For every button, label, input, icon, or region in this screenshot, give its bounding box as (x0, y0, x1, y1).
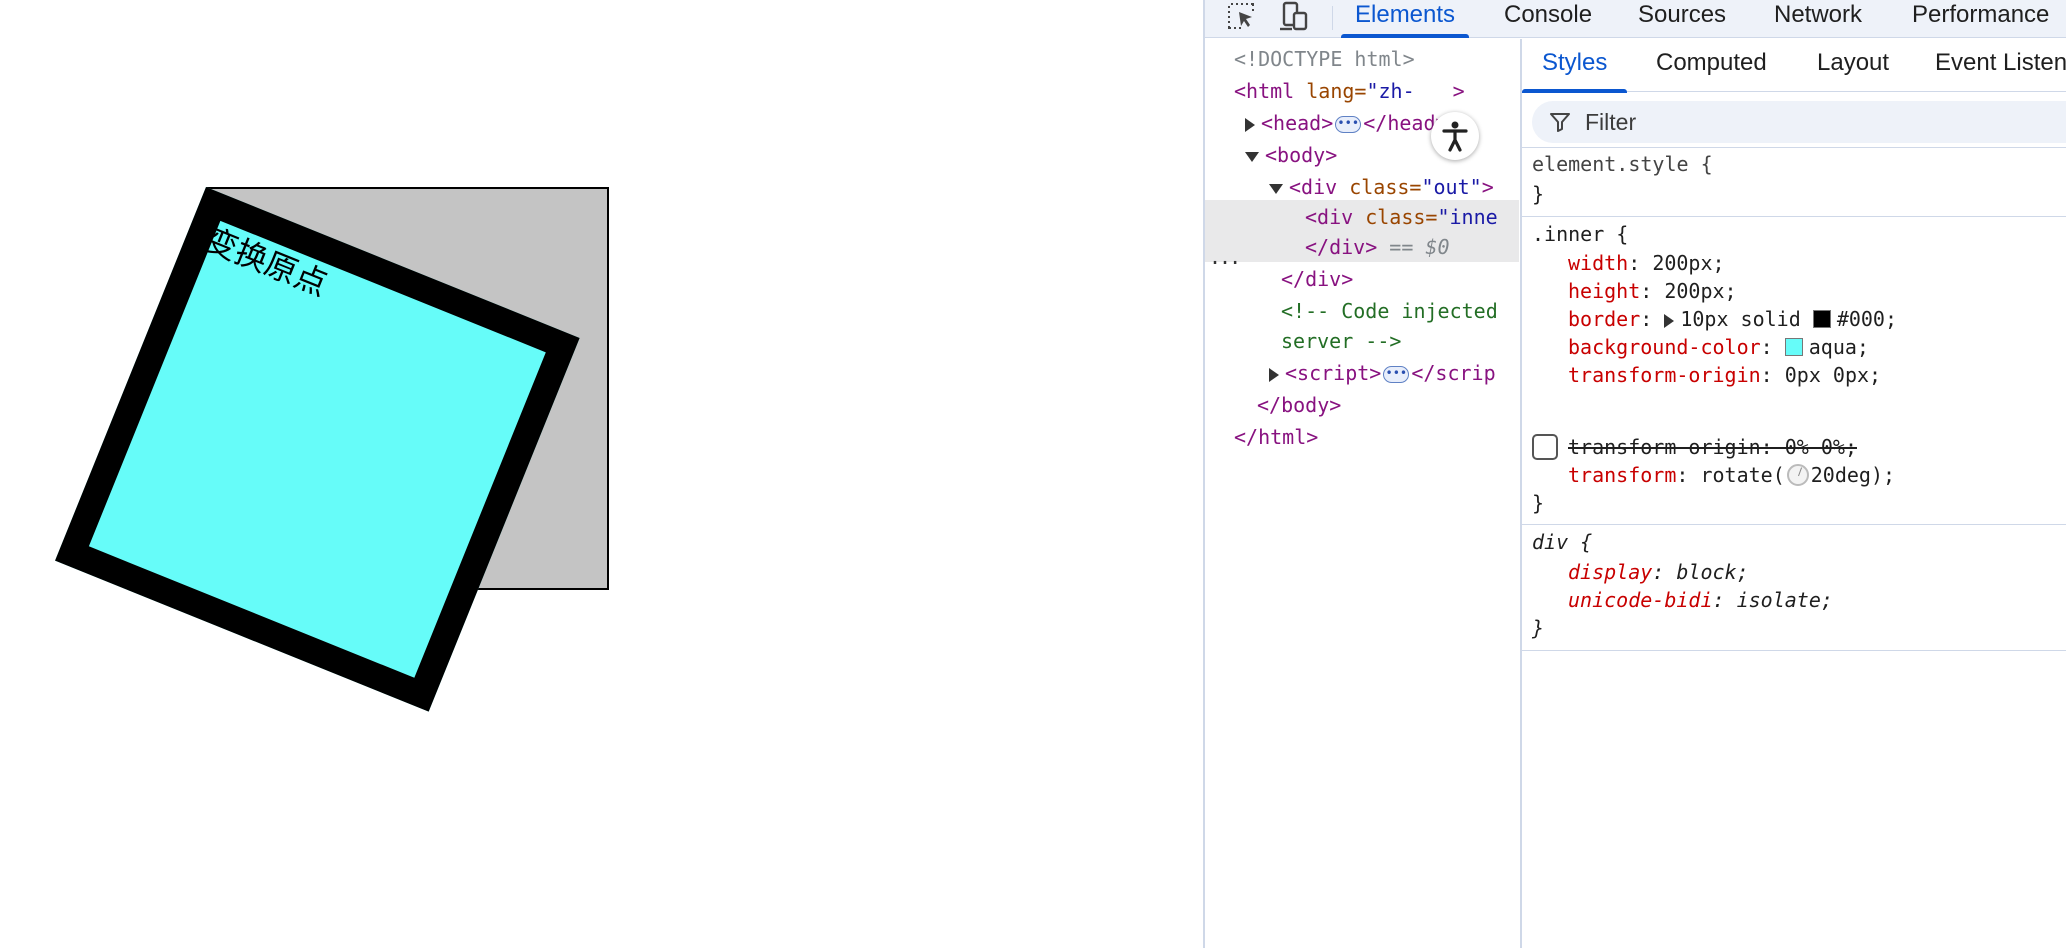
inner-rule-selector[interactable]: .inner { (1532, 221, 1628, 247)
rendered-page: 变换原点 (0, 0, 1203, 948)
rule-separator (1522, 524, 2066, 525)
subtab-styles[interactable]: Styles (1521, 49, 1628, 93)
dom-tree: ... <!DOCTYPE html> <html lang="zh- > <he… (1205, 39, 1519, 948)
div-ua-selector[interactable]: div { (1532, 529, 1592, 555)
element-style-selector[interactable]: element.style { (1532, 151, 1713, 177)
dom-html-node[interactable]: <html lang="zh- > (1234, 76, 1465, 106)
css-decl-transform-origin[interactable]: transform-origin: 0px 0px; (1568, 362, 1881, 388)
dom-div-inner-close[interactable]: </div> == $0 (1305, 232, 1450, 262)
dom-script-node[interactable]: <script> ••• </scrip (1269, 358, 1496, 388)
dom-div-out-close[interactable]: </div> (1281, 264, 1353, 294)
rule-separator (1522, 147, 2066, 148)
css-decl-border[interactable]: border: 10px solid #000; (1568, 306, 1897, 332)
tab-console[interactable]: Console (1504, 0, 1592, 38)
styles-subtabs: Styles Computed Layout Event Listeners (1521, 39, 2066, 93)
subtab-layout[interactable]: Layout (1817, 49, 1889, 77)
css-decl-display[interactable]: display: block; (1568, 559, 1749, 585)
toolbar-separator (1332, 6, 1333, 30)
rule-separator (1522, 650, 2066, 651)
inspect-element-icon[interactable] (1225, 0, 1259, 34)
dom-comment-node-cont[interactable]: server --> (1281, 326, 1401, 356)
css-decl-height[interactable]: height: 200px; (1568, 278, 1737, 304)
expand-arrow-icon[interactable] (1245, 117, 1255, 132)
color-swatch-aqua[interactable] (1784, 338, 1803, 356)
device-toolbar-icon[interactable] (1277, 0, 1311, 34)
filter-placeholder: Filter (1585, 109, 1637, 135)
collapse-arrow-icon[interactable] (1269, 183, 1283, 194)
css-decl-transform-origin-disabled[interactable]: transform-origin: 0% 0%; (1568, 434, 1857, 460)
tab-performance[interactable]: Performance (1912, 0, 2049, 38)
dom-doctype[interactable]: <!DOCTYPE html> (1234, 44, 1415, 74)
collapse-arrow-icon[interactable] (1245, 151, 1259, 162)
inner-rule-close: } (1532, 491, 1545, 515)
expand-shorthand-icon[interactable] (1664, 313, 1675, 328)
devtools-panel: Elements Console Sources Network Perform… (1203, 0, 2066, 948)
tab-sources[interactable]: Sources (1638, 0, 1726, 38)
angle-clock-icon[interactable] (1786, 464, 1809, 486)
disable-declaration-checkbox[interactable] (1532, 434, 1558, 460)
tab-elements[interactable]: Elements (1340, 0, 1470, 38)
dom-comment-node[interactable]: <!-- Code injected (1281, 296, 1498, 326)
styles-pane: Styles Computed Layout Event Listeners F… (1521, 39, 2066, 948)
color-swatch-black[interactable] (1812, 310, 1831, 328)
dom-div-inner-node[interactable]: <div class="inne (1305, 202, 1498, 232)
css-decl-width[interactable]: width: 200px; (1568, 250, 1725, 276)
ellipsis-pill-icon[interactable]: ••• (1335, 116, 1362, 133)
dom-div-out-node[interactable]: <div class="out"> (1269, 172, 1494, 202)
rule-separator (1522, 216, 2066, 217)
css-decl-unicode-bidi[interactable]: unicode-bidi: isolate; (1568, 587, 1833, 613)
styles-filter-input[interactable]: Filter (1532, 101, 2066, 143)
dom-html-close[interactable]: </html> (1234, 422, 1318, 452)
div-ua-close: } (1532, 616, 1545, 640)
element-style-close: } (1532, 182, 1545, 206)
dom-body-close[interactable]: </body> (1257, 390, 1341, 420)
accessibility-icon[interactable] (1431, 112, 1479, 160)
filter-icon (1550, 113, 1570, 132)
ellipsis-pill-icon[interactable]: ••• (1383, 366, 1410, 383)
subtab-event-listeners[interactable]: Event Listeners (1935, 49, 2066, 77)
css-decl-background-color[interactable]: background-color: aqua; (1568, 334, 1869, 360)
dom-body-node[interactable]: <body> (1245, 140, 1337, 170)
css-decl-transform[interactable]: transform: rotate(20deg); (1568, 462, 1895, 488)
devtools-toolbar: Elements Console Sources Network Perform… (1205, 0, 2066, 38)
tab-network[interactable]: Network (1774, 0, 1862, 38)
more-actions-icon[interactable]: ... (1209, 245, 1241, 269)
dom-head-node[interactable]: <head> ••• </head> (1245, 108, 1448, 138)
subtab-computed[interactable]: Computed (1656, 49, 1767, 77)
expand-arrow-icon[interactable] (1269, 367, 1279, 382)
